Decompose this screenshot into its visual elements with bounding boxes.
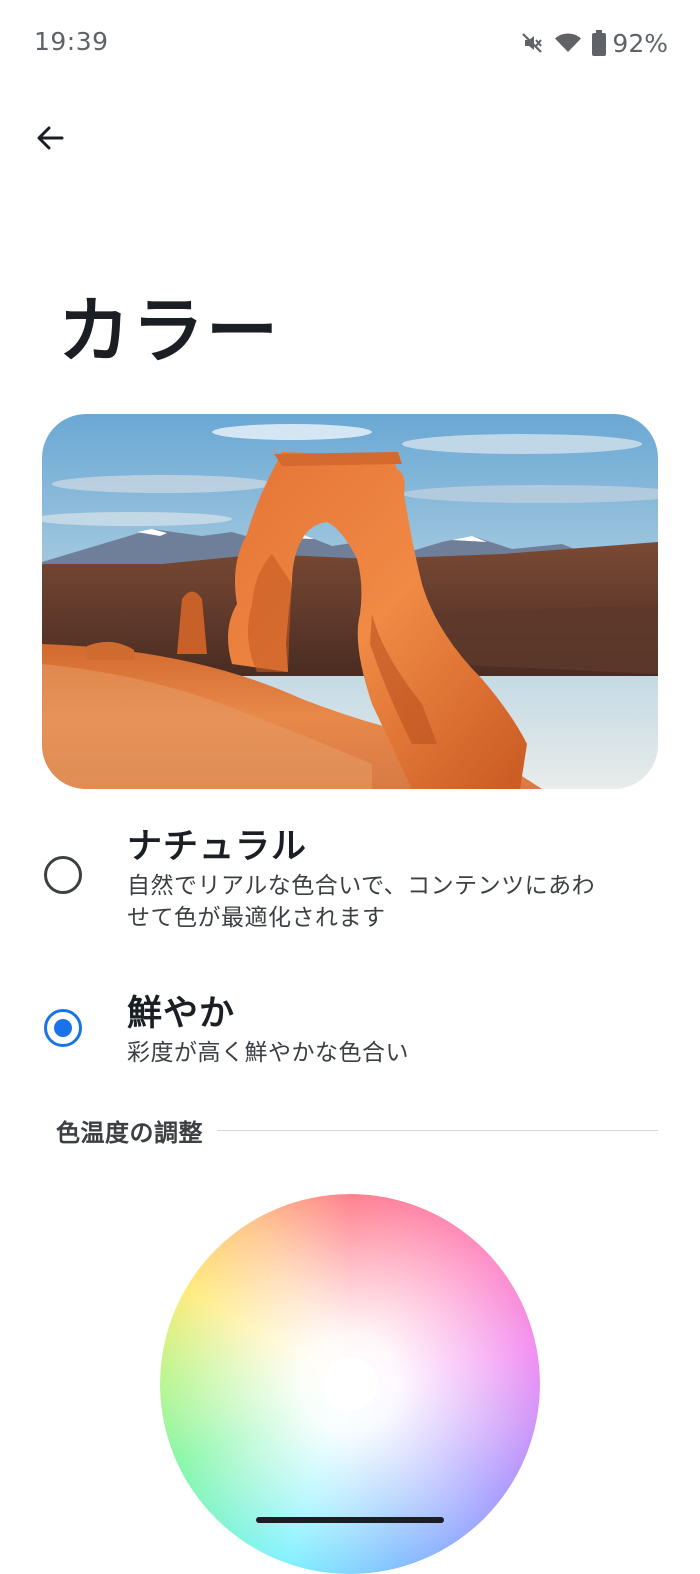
preview-image: [42, 414, 658, 789]
back-arrow-icon: [34, 122, 66, 158]
battery-percent: 92%: [612, 28, 668, 58]
battery-icon: [592, 30, 607, 56]
radio-natural[interactable]: [44, 856, 82, 894]
radio-vivid[interactable]: [44, 1009, 82, 1047]
option-vivid[interactable]: 鮮やか 彩度が高く鮮やかな色合い: [0, 985, 700, 1075]
page-title: カラー: [58, 289, 281, 373]
option-vivid-description: 彩度が高く鮮やかな色合い: [127, 1040, 409, 1066]
wheel-handle[interactable]: [323, 1357, 377, 1411]
option-vivid-title: 鮮やか: [127, 994, 236, 1034]
status-bar: 19:39 92%: [0, 0, 700, 86]
option-natural[interactable]: ナチュラル 自然でリアルな色合いで、コンテンツにあわせて色が最適化されます: [0, 818, 700, 938]
gesture-bar[interactable]: [256, 1517, 444, 1523]
mute-icon: [520, 31, 544, 55]
section-label: 色温度の調整: [56, 1118, 203, 1147]
back-button[interactable]: [22, 112, 78, 168]
option-natural-title: ナチュラル: [127, 827, 308, 867]
wifi-icon: [554, 31, 582, 55]
status-icons: 92%: [520, 27, 668, 59]
radio-selected-dot: [54, 1019, 72, 1037]
option-natural-description: 自然でリアルな色合いで、コンテンツにあわせて色が最適化されます: [127, 873, 596, 931]
color-temperature-header: 色温度の調整: [56, 1112, 658, 1148]
status-time: 19:39: [34, 27, 109, 56]
section-divider: [217, 1129, 658, 1131]
